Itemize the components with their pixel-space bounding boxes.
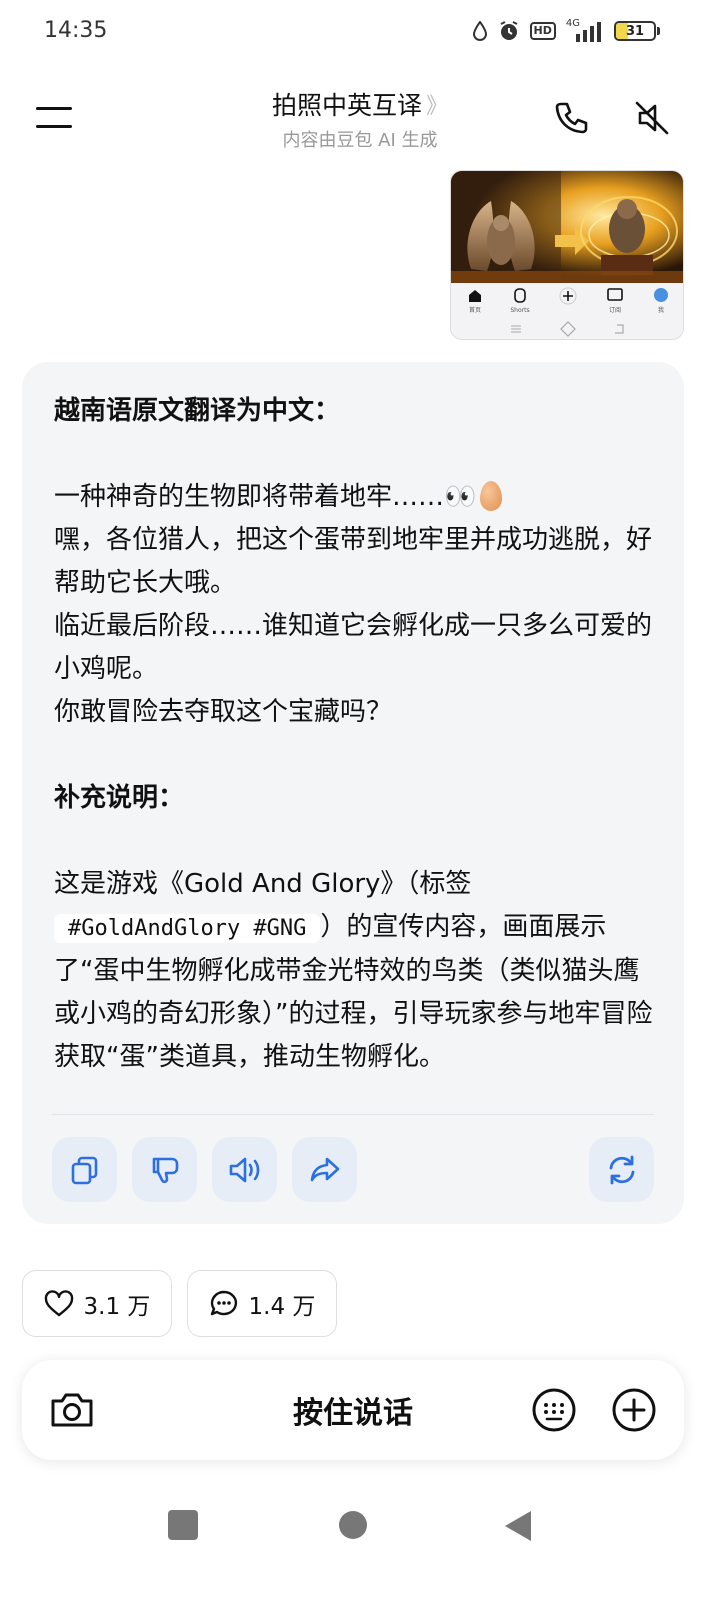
battery-icon: 31 [614, 21, 660, 41]
image-nav-label-3: 我 [658, 306, 664, 314]
comment-icon [210, 1290, 237, 1315]
sent-image-message[interactable]: 首页 Shorts 订阅 我 [450, 170, 684, 340]
regenerate-icon [609, 1155, 634, 1184]
copy-button[interactable] [52, 1137, 117, 1202]
chevron-right-icon: 》 [426, 94, 449, 119]
reply-content: 越南语原文翻译为中文： 一种神奇的生物即将带着地牢……👀 嘿，各位猎人，把这个蛋… [54, 390, 659, 1079]
image-nav-label-2: 订阅 [609, 306, 621, 314]
bot-title[interactable]: 拍照中英互译 》 [272, 86, 448, 122]
bot-title-text: 拍照中英互译 [271, 91, 422, 120]
phone-icon[interactable] [551, 98, 591, 138]
ai-generated-notice: 内容由豆包 AI 生成 [282, 130, 438, 151]
plus-button[interactable] [610, 1386, 658, 1434]
translation-heading: 越南语原文翻译为中文： [54, 396, 341, 426]
translation-line-1: 一种神奇的生物即将带着地牢……👀 [54, 476, 659, 519]
image-nav-label-0: 首页 [469, 306, 481, 314]
home-button[interactable] [338, 1510, 368, 1544]
hd-icon: HD [529, 22, 556, 40]
like-button[interactable]: 3.1 万 [22, 1270, 172, 1337]
thumbs-down-icon [152, 1157, 178, 1183]
status-time: 14:35 [44, 18, 108, 43]
dislike-button[interactable] [132, 1137, 197, 1202]
camera-button[interactable] [48, 1386, 96, 1434]
keyboard-button[interactable] [530, 1386, 578, 1434]
water-drop-icon [472, 21, 488, 41]
note-paragraph: 这是游戏《Gold And Glory》（标签 #GoldAndGlory #GN… [54, 863, 659, 1079]
speaker-muted-icon[interactable] [632, 98, 672, 138]
comment-count: 1.4 万 [248, 1293, 316, 1320]
message-composer: 按住说话 [22, 1360, 684, 1460]
read-aloud-button[interactable] [212, 1137, 277, 1202]
translation-line-3: 临近最后阶段……谁知道它会孵化成一只多么可爱的小鸡呢。 [54, 611, 653, 684]
battery-level: 31 [625, 23, 645, 39]
image-nav-label-1: Shorts [510, 307, 529, 314]
hold-to-talk-button[interactable]: 按住说话 [172, 1360, 534, 1460]
share-button[interactable] [292, 1137, 357, 1202]
back-button[interactable] [503, 1510, 533, 1546]
note-heading: 补充说明： [54, 783, 185, 813]
ai-reply-card: 越南语原文翻译为中文： 一种神奇的生物即将带着地牢……👀 嘿，各位猎人，把这个蛋… [22, 362, 684, 1224]
like-count: 3.1 万 [83, 1293, 151, 1320]
network-type-label: 4G [565, 17, 580, 29]
keyboard-icon [532, 1388, 576, 1432]
plus-icon [612, 1388, 656, 1432]
regenerate-button[interactable] [589, 1137, 654, 1202]
triangle-back-icon [505, 1511, 531, 1541]
system-nav-bar [0, 1490, 720, 1560]
circle-icon [339, 1511, 367, 1539]
reply-divider [52, 1114, 654, 1115]
translation-line-2: 嘿，各位猎人，把这个蛋带到地牢里并成功逃脱，好帮助它长大哦。 [54, 525, 653, 598]
speaker-icon [229, 1157, 259, 1182]
translation-line-1-text: 一种神奇的生物即将带着地牢……👀 [54, 482, 477, 512]
square-icon [168, 1510, 198, 1540]
egg-emoji-icon [480, 481, 503, 511]
note-part-1: 这是游戏《Gold And Glory》（标签 [54, 869, 472, 899]
egg-hatch-image: 首页 Shorts 订阅 我 [451, 171, 683, 339]
share-icon [310, 1157, 339, 1181]
comment-button[interactable]: 1.4 万 [187, 1270, 337, 1337]
heart-icon [44, 1289, 73, 1316]
translation-line-4: 你敢冒险去夺取这个宝藏吗？ [54, 697, 393, 727]
image-nav-avatar-icon [654, 288, 668, 302]
status-bar: 14:35 HD 4G 31 [0, 0, 720, 64]
hashtag-code-chip: #GoldAndGlory #GNG [54, 914, 321, 943]
copy-icon [71, 1156, 97, 1184]
chat-header: 拍照中英互译 》 内容由豆包 AI 生成 [0, 80, 720, 160]
signal-icon: 4G [565, 17, 604, 42]
alarm-icon [498, 20, 520, 42]
camera-icon [51, 1393, 93, 1427]
header-center: 拍照中英互译 》 内容由豆包 AI 生成 [0, 86, 720, 152]
status-icons: HD 4G 31 [472, 17, 660, 42]
recent-apps-button[interactable] [168, 1510, 198, 1544]
